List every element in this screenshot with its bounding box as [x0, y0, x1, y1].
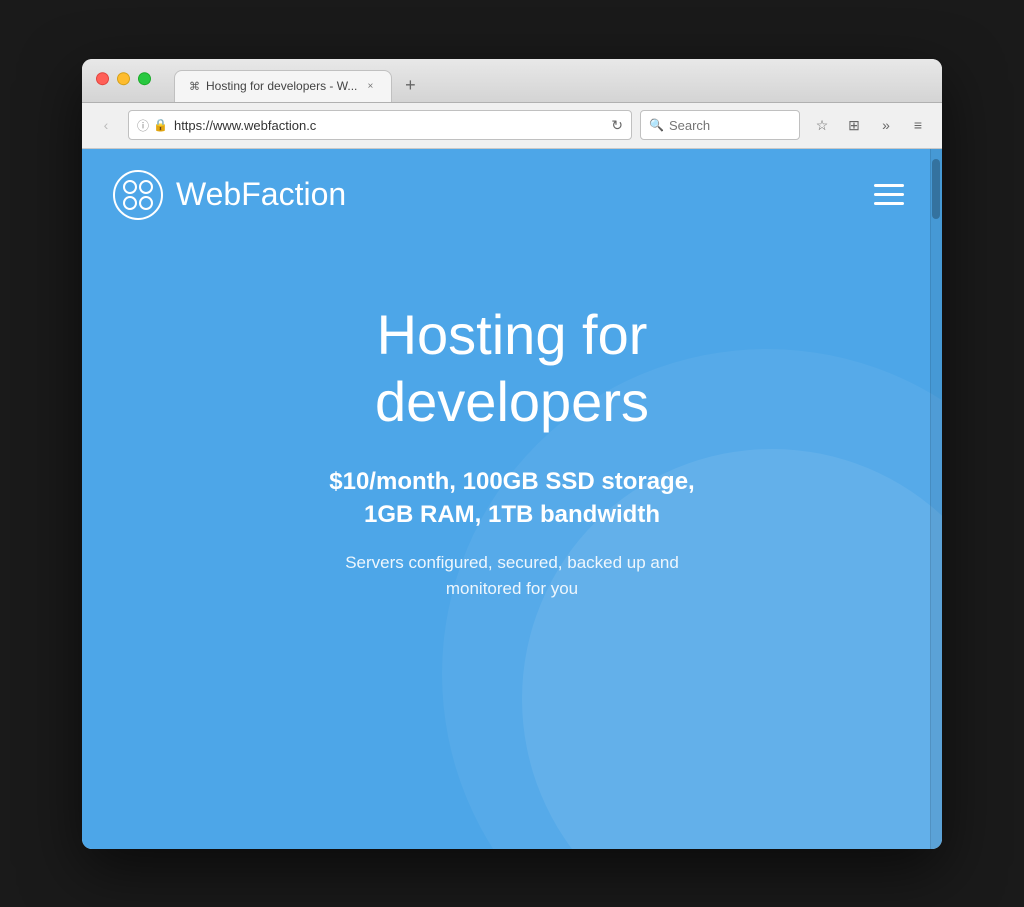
address-text: https://www.webfaction.c — [174, 118, 605, 133]
back-button[interactable]: ‹ — [92, 111, 120, 139]
maximize-button[interactable] — [138, 72, 151, 85]
reload-button[interactable]: ↻ — [611, 117, 623, 134]
menu-button[interactable]: ≡ — [904, 111, 932, 139]
scrollbar-track[interactable] — [930, 149, 942, 849]
hamburger-menu-button[interactable] — [866, 176, 912, 213]
search-icon: 🔍 — [649, 118, 664, 132]
close-button[interactable] — [96, 72, 109, 85]
browser-window: ⌘ Hosting for developers - W... × + ‹ ⓘ … — [82, 59, 942, 849]
hamburger-line-1 — [874, 184, 904, 187]
search-input[interactable] — [669, 118, 791, 133]
logo-area: WebFaction — [112, 169, 346, 221]
website-content: WebFaction Hosting fordevelopers $10/mon… — [82, 149, 942, 849]
search-box[interactable]: 🔍 — [640, 110, 800, 140]
address-bar[interactable]: ⓘ 🔒 https://www.webfaction.c ↻ — [128, 110, 632, 140]
tabs-area: ⌘ Hosting for developers - W... × + — [174, 70, 930, 102]
tab-title: Hosting for developers - W... — [206, 79, 357, 93]
more-button[interactable]: » — [872, 111, 900, 139]
tab-favicon-icon: ⌘ — [189, 80, 200, 93]
hero-section: Hosting fordevelopers $10/month, 100GB S… — [82, 241, 942, 642]
lock-icon: 🔒 — [153, 118, 168, 132]
address-bar-icons: ⓘ 🔒 — [137, 117, 168, 134]
new-tab-button[interactable]: + — [396, 72, 424, 100]
traffic-lights — [96, 72, 151, 85]
site-header: WebFaction — [82, 149, 942, 241]
hero-pricing: $10/month, 100GB SSD storage,1GB RAM, 1T… — [329, 465, 694, 532]
nav-bar: ‹ ⓘ 🔒 https://www.webfaction.c ↻ 🔍 ☆ ⊞ »… — [82, 103, 942, 149]
logo-text: WebFaction — [176, 176, 346, 213]
scrollbar-thumb[interactable] — [932, 159, 940, 219]
hamburger-line-3 — [874, 202, 904, 205]
grid-button[interactable]: ⊞ — [840, 111, 868, 139]
nav-right-icons: ☆ ⊞ » ≡ — [808, 111, 932, 139]
minimize-button[interactable] — [117, 72, 130, 85]
tab-close-icon[interactable]: × — [363, 79, 377, 93]
hero-subtitle: Servers configured, secured, backed up a… — [345, 550, 679, 601]
logo-icon — [112, 169, 164, 221]
title-bar: ⌘ Hosting for developers - W... × + — [82, 59, 942, 103]
bookmark-button[interactable]: ☆ — [808, 111, 836, 139]
active-tab[interactable]: ⌘ Hosting for developers - W... × — [174, 70, 392, 102]
hamburger-line-2 — [874, 193, 904, 196]
hero-title: Hosting fordevelopers — [375, 301, 649, 435]
info-icon: ⓘ — [137, 117, 149, 134]
